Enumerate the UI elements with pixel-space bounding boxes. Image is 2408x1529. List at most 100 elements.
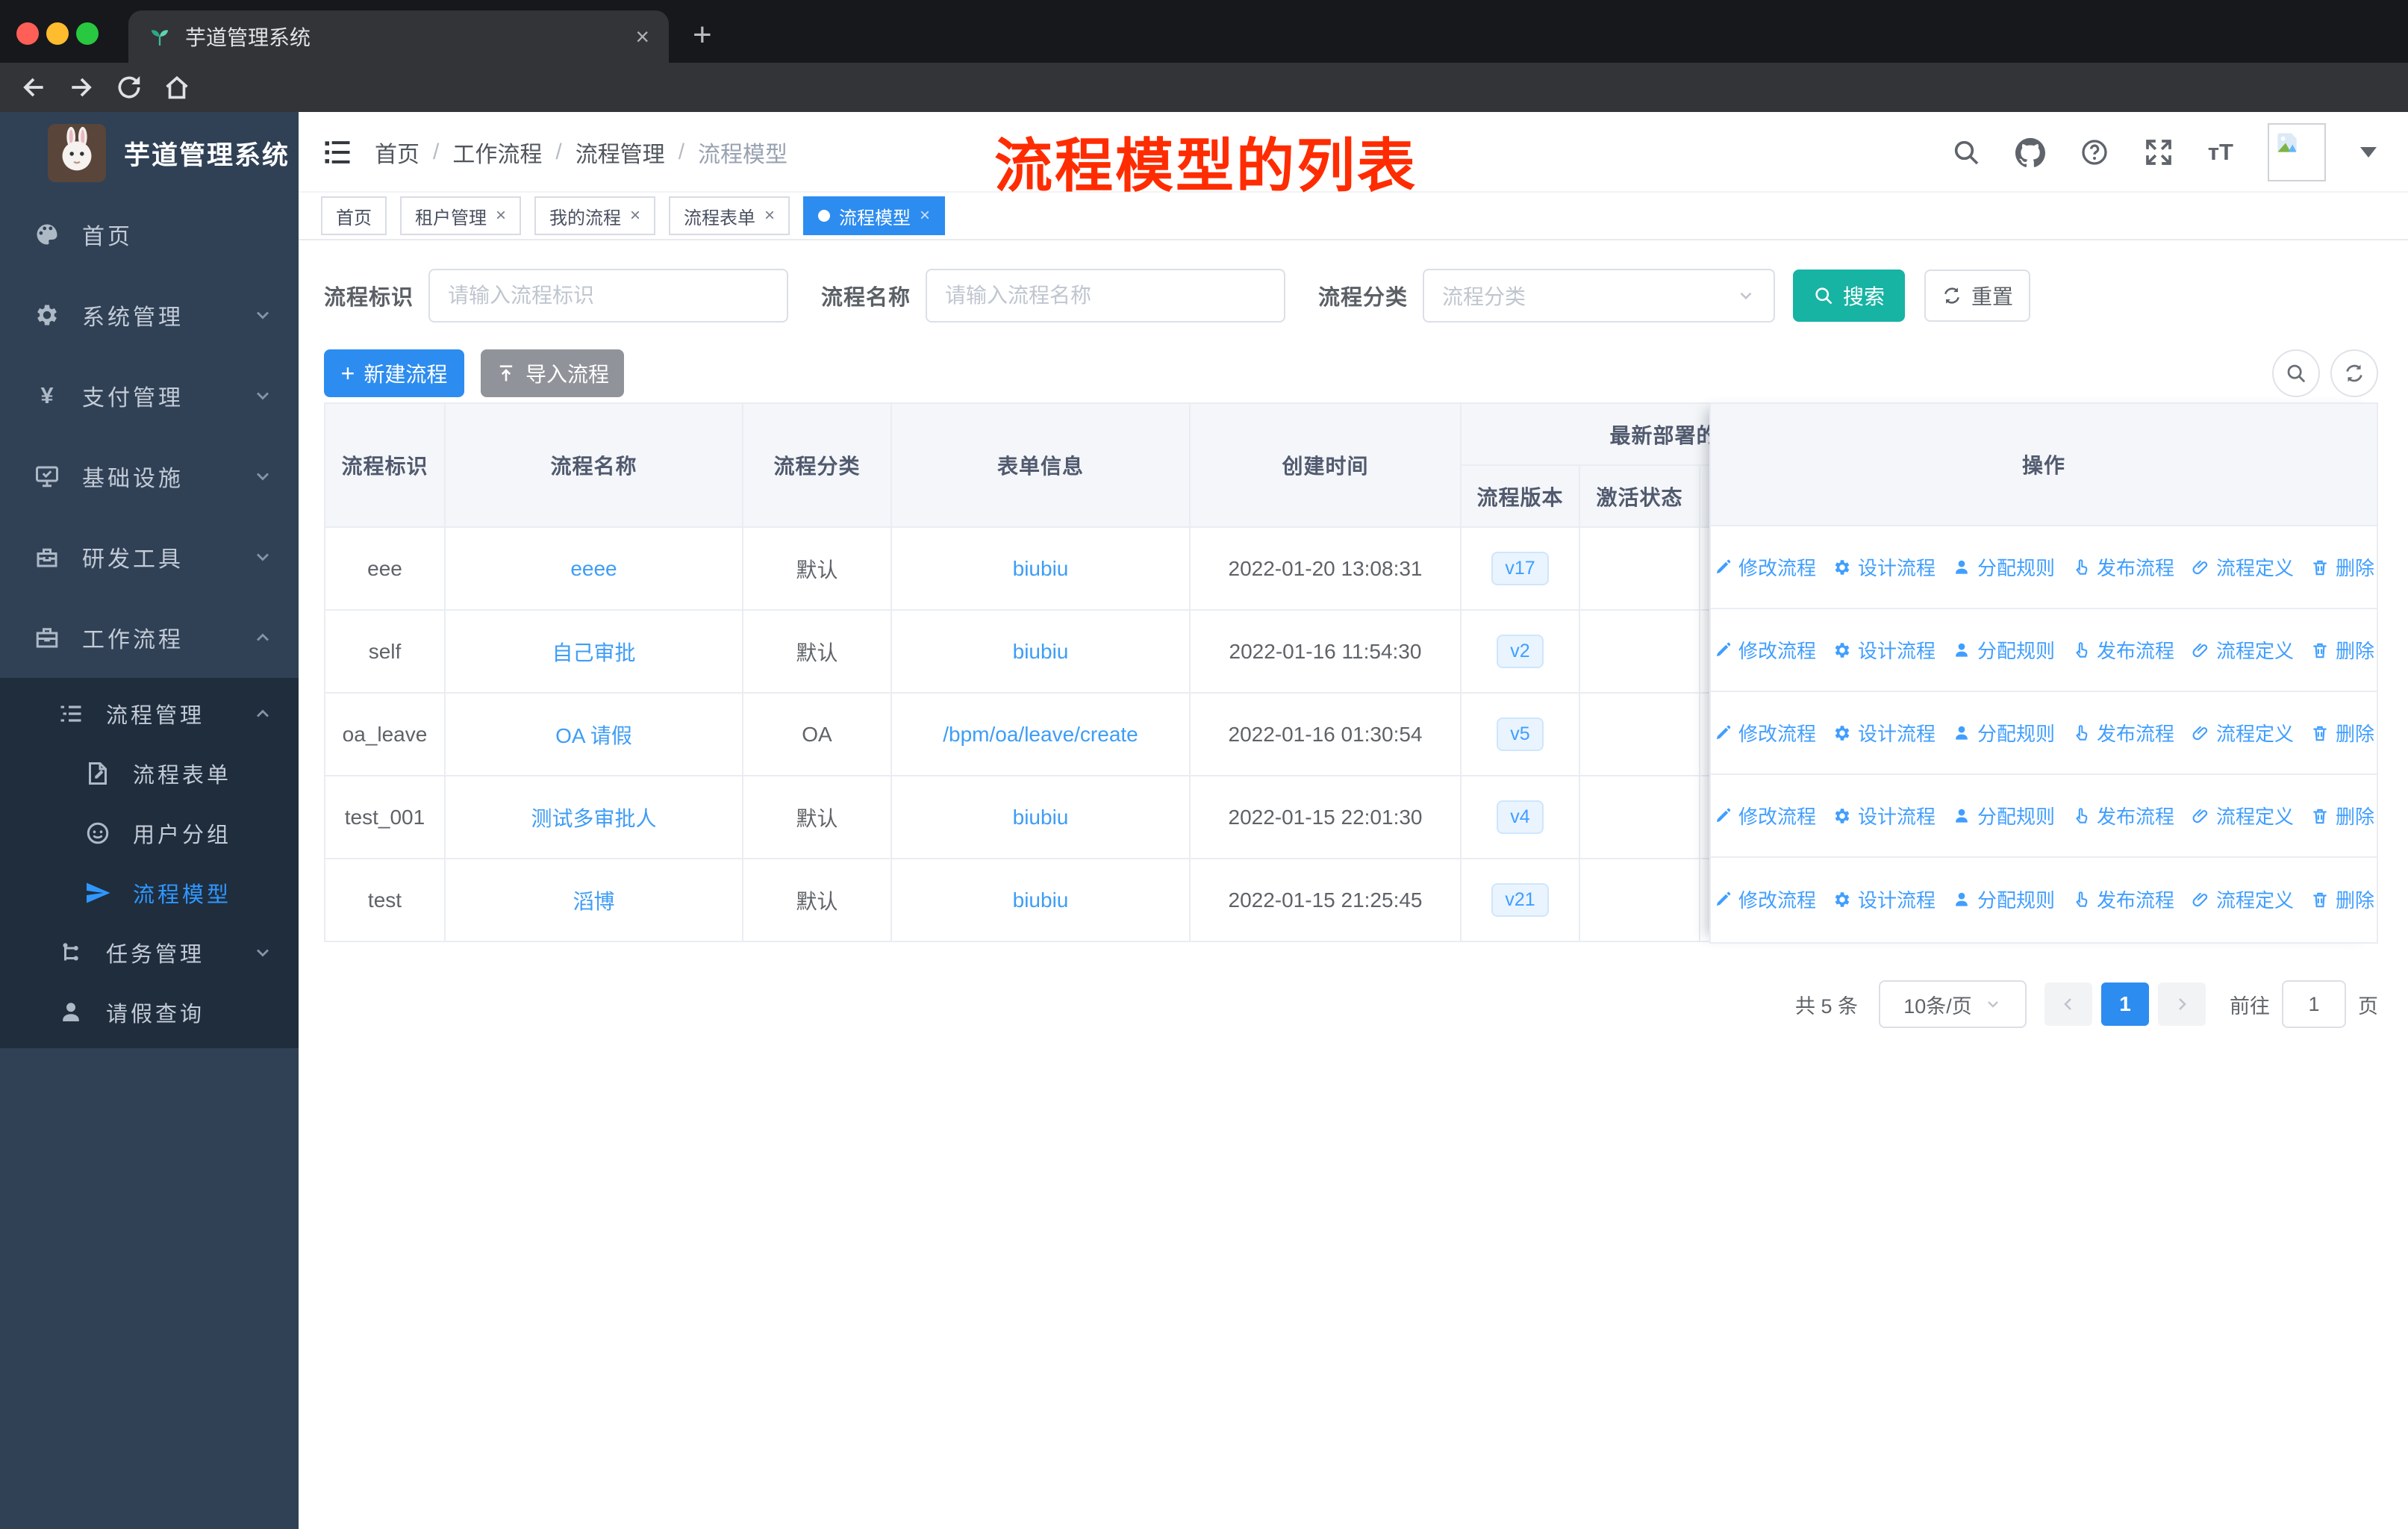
- action-publish-link[interactable]: 发布流程: [2071, 802, 2174, 829]
- sidebar-collapse-icon[interactable]: [321, 136, 354, 169]
- forward-icon[interactable]: [67, 73, 96, 102]
- action-definition-link[interactable]: 流程定义: [2191, 553, 2294, 581]
- action-design-link[interactable]: 设计流程: [1832, 719, 1936, 747]
- avatar[interactable]: [2268, 123, 2326, 181]
- tag-view-item[interactable]: 首页: [321, 196, 387, 235]
- reset-button[interactable]: 重置: [1924, 270, 2031, 322]
- cell-name-link[interactable]: eeee: [570, 557, 617, 580]
- new-tab-button[interactable]: +: [693, 16, 712, 54]
- action-publish-link[interactable]: 发布流程: [2071, 719, 2174, 747]
- sidebar-item-doc-edit[interactable]: 流程表单: [0, 744, 299, 803]
- cell-name-link[interactable]: OA 请假: [555, 724, 632, 747]
- prev-page-button[interactable]: [2044, 983, 2092, 1026]
- breadcrumb-item[interactable]: 首页: [375, 136, 419, 169]
- tag-view-item[interactable]: 我的流程 ×: [534, 196, 656, 235]
- next-page-button[interactable]: [2158, 983, 2206, 1026]
- action-modify-link[interactable]: 修改流程: [1713, 802, 1816, 829]
- window-minimize-button[interactable]: [46, 22, 69, 45]
- sidebar-item-gear[interactable]: 系统管理: [0, 275, 299, 355]
- sidebar-item-face[interactable]: 用户分组: [0, 803, 299, 863]
- action-delete-link[interactable]: 删除: [2310, 636, 2374, 664]
- cell-form-link[interactable]: biubiu: [1013, 888, 1069, 912]
- home-icon[interactable]: [163, 73, 191, 102]
- search-icon[interactable]: [1951, 137, 1981, 167]
- reload-icon[interactable]: [115, 73, 143, 102]
- create-model-button[interactable]: + 新建流程: [324, 349, 464, 397]
- action-definition-link[interactable]: 流程定义: [2191, 885, 2294, 913]
- action-design-link[interactable]: 设计流程: [1832, 885, 1936, 913]
- tab-close-icon[interactable]: ×: [635, 23, 649, 51]
- import-model-button[interactable]: 导入流程: [481, 349, 624, 397]
- assign-user-icon: [1952, 890, 1971, 909]
- filter-name-input[interactable]: [926, 269, 1286, 323]
- action-definition-link[interactable]: 流程定义: [2191, 719, 2294, 747]
- action-publish-link[interactable]: 发布流程: [2071, 885, 2174, 913]
- cell-name-link[interactable]: 测试多审批人: [531, 807, 656, 830]
- action-assign-link[interactable]: 分配规则: [1952, 719, 2055, 747]
- help-icon[interactable]: [2080, 137, 2109, 167]
- action-modify-link[interactable]: 修改流程: [1713, 719, 1816, 747]
- action-delete-link[interactable]: 删除: [2310, 553, 2374, 581]
- back-icon[interactable]: [19, 73, 48, 102]
- window-close-button[interactable]: [16, 22, 39, 45]
- cell-name-link[interactable]: 自己审批: [552, 641, 635, 664]
- sidebar-item-yen[interactable]: ¥ 支付管理: [0, 355, 299, 436]
- action-modify-link[interactable]: 修改流程: [1713, 885, 1816, 913]
- action-design-link[interactable]: 设计流程: [1832, 553, 1936, 581]
- avatar-caret-down-icon[interactable]: [2360, 147, 2377, 158]
- action-publish-link[interactable]: 发布流程: [2071, 636, 2174, 664]
- font-size-icon[interactable]: тT: [2208, 139, 2233, 166]
- goto-page-input[interactable]: [2282, 980, 2346, 1028]
- tag-view-item[interactable]: 租户管理 ×: [400, 196, 522, 235]
- action-delete-link[interactable]: 删除: [2310, 802, 2374, 829]
- definition-clip-icon: [2191, 641, 2210, 660]
- sidebar-item-toolbox[interactable]: 研发工具: [0, 517, 299, 597]
- filter-id-input[interactable]: [428, 269, 789, 323]
- sidebar-item-monitor[interactable]: 基础设施: [0, 436, 299, 517]
- action-assign-link[interactable]: 分配规则: [1952, 553, 2055, 581]
- pagination: 共 5 条 10条/页 1 前往 页: [1795, 980, 2378, 1029]
- action-delete-link[interactable]: 删除: [2310, 719, 2374, 747]
- fullscreen-icon[interactable]: [2144, 137, 2174, 167]
- sidebar-item-paper-plane[interactable]: 流程模型: [0, 863, 299, 923]
- filter-category-select[interactable]: 流程分类: [1423, 269, 1776, 323]
- cell-form-link[interactable]: biubiu: [1013, 640, 1069, 663]
- cell-form-link[interactable]: biubiu: [1013, 557, 1069, 580]
- action-definition-link[interactable]: 流程定义: [2191, 636, 2294, 664]
- breadcrumb-item[interactable]: 流程管理: [576, 136, 665, 169]
- sidebar-item-briefcase[interactable]: 工作流程: [0, 597, 299, 678]
- action-modify-link[interactable]: 修改流程: [1713, 553, 1816, 581]
- cell-form-link[interactable]: /bpm/oa/leave/create: [943, 723, 1138, 746]
- sidebar-item-list-tree[interactable]: 流程管理: [0, 684, 299, 744]
- action-modify-link[interactable]: 修改流程: [1713, 636, 1816, 664]
- action-design-link[interactable]: 设计流程: [1832, 802, 1936, 829]
- action-definition-link[interactable]: 流程定义: [2191, 802, 2294, 829]
- tag-view-item[interactable]: 流程模型 ×: [803, 196, 946, 235]
- cell-form-link[interactable]: biubiu: [1013, 806, 1069, 829]
- sidebar-item-person[interactable]: 请假查询: [0, 983, 299, 1042]
- action-delete-link[interactable]: 删除: [2310, 885, 2374, 913]
- sidebar-item-flow[interactable]: 任务管理: [0, 923, 299, 983]
- sidebar-item-dashboard[interactable]: 首页: [0, 194, 299, 275]
- sidebar-logo[interactable]: 芋道管理系统: [0, 112, 299, 194]
- page-size-select[interactable]: 10条/页: [1879, 980, 2027, 1028]
- close-icon[interactable]: ×: [764, 205, 775, 226]
- github-icon[interactable]: [2015, 137, 2045, 167]
- action-design-link[interactable]: 设计流程: [1832, 636, 1936, 664]
- close-icon[interactable]: ×: [920, 205, 930, 226]
- window-zoom-button[interactable]: [76, 22, 99, 45]
- refresh-table-button[interactable]: [2330, 349, 2378, 397]
- toggle-search-button[interactable]: [2272, 349, 2320, 397]
- close-icon[interactable]: ×: [496, 205, 506, 226]
- tag-view-item[interactable]: 流程表单 ×: [669, 196, 790, 235]
- action-assign-link[interactable]: 分配规则: [1952, 885, 2055, 913]
- action-assign-link[interactable]: 分配规则: [1952, 802, 2055, 829]
- action-publish-link[interactable]: 发布流程: [2071, 553, 2174, 581]
- breadcrumb-item[interactable]: 工作流程: [452, 136, 542, 169]
- page-number-button[interactable]: 1: [2101, 983, 2149, 1026]
- cell-name-link[interactable]: 滔博: [573, 890, 614, 913]
- search-button[interactable]: 搜索: [1793, 270, 1906, 322]
- browser-tab[interactable]: 芋道管理系统 ×: [128, 10, 669, 63]
- close-icon[interactable]: ×: [630, 205, 640, 226]
- action-assign-link[interactable]: 分配规则: [1952, 636, 2055, 664]
